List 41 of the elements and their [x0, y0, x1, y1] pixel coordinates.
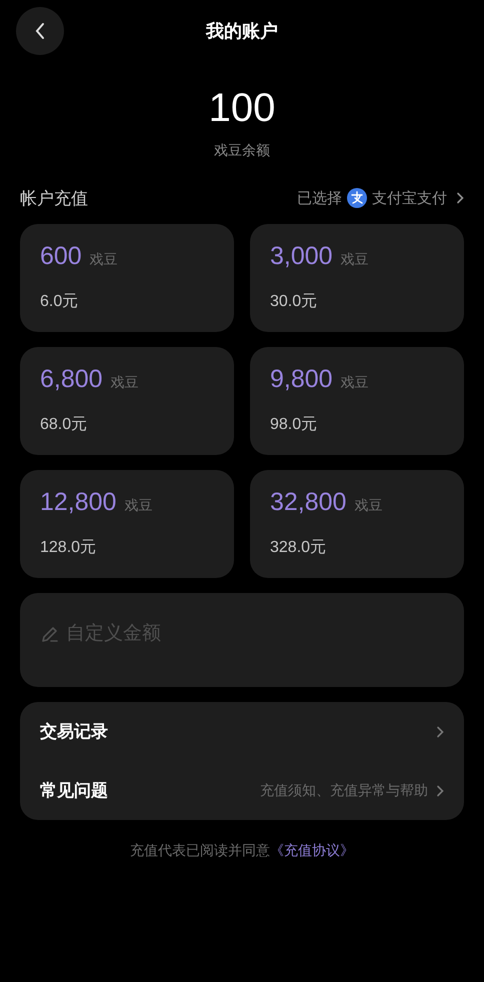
bean-amount: 12,800 [40, 488, 116, 517]
back-icon [34, 22, 46, 40]
package-card[interactable]: 9,800 戏豆 98.0元 [250, 347, 464, 455]
chevron-right-icon [456, 192, 464, 204]
bean-amount: 9,800 [270, 365, 333, 394]
payment-logo-icon [347, 188, 367, 208]
agreement-text: 充值代表已阅读并同意《充值协议》 [129, 842, 355, 860]
chevron-right-icon [436, 726, 444, 738]
chevron-right-icon [436, 784, 444, 796]
package-card[interactable]: 6,800 戏豆 68.0元 [20, 347, 234, 455]
package-card[interactable]: 12,800 戏豆 128.0元 [20, 470, 234, 578]
page-title: 我的账户 [206, 20, 278, 43]
bean-amount: 6,800 [40, 365, 103, 394]
package-card[interactable]: 3,000 戏豆 30.0元 [250, 224, 464, 332]
package-price: 328.0元 [270, 538, 326, 558]
bean-amount: 3,000 [270, 242, 333, 271]
package-price: 68.0元 [40, 415, 88, 435]
bean-unit: 戏豆 [110, 374, 139, 392]
bean-amount: 32,800 [270, 488, 346, 517]
menu-item[interactable]: 常见问题 [40, 779, 108, 802]
package-price: 98.0元 [270, 415, 318, 435]
bean-amount: 600 [40, 242, 82, 271]
bean-unit: 戏豆 [340, 374, 369, 392]
bean-unit: 戏豆 [354, 497, 382, 515]
package-card[interactable]: 600 戏豆 6.0元 [20, 224, 234, 332]
agreement-link[interactable]: 《充值协议》 [270, 842, 354, 858]
package-card[interactable]: 32,800 戏豆 328.0元 [250, 470, 464, 578]
balance-amount: 100 [208, 85, 276, 132]
back-button[interactable] [16, 7, 64, 55]
bean-unit: 戏豆 [340, 251, 369, 269]
pencil-icon [40, 624, 60, 644]
package-price: 30.0元 [270, 292, 318, 312]
menu-item[interactable]: 交易记录 [40, 720, 108, 743]
bean-unit: 戏豆 [124, 497, 152, 515]
section-title: 帐户充值 [20, 188, 88, 210]
balance-label: 戏豆余额 [213, 142, 271, 160]
payment-method-selector[interactable]: 已选择 支付宝支付 [297, 188, 464, 208]
package-price: 6.0元 [40, 292, 78, 312]
menu-detail: 充值须知、充值异常与帮助 [260, 782, 428, 800]
package-price: 128.0元 [40, 538, 96, 558]
bean-unit: 戏豆 [90, 251, 118, 269]
